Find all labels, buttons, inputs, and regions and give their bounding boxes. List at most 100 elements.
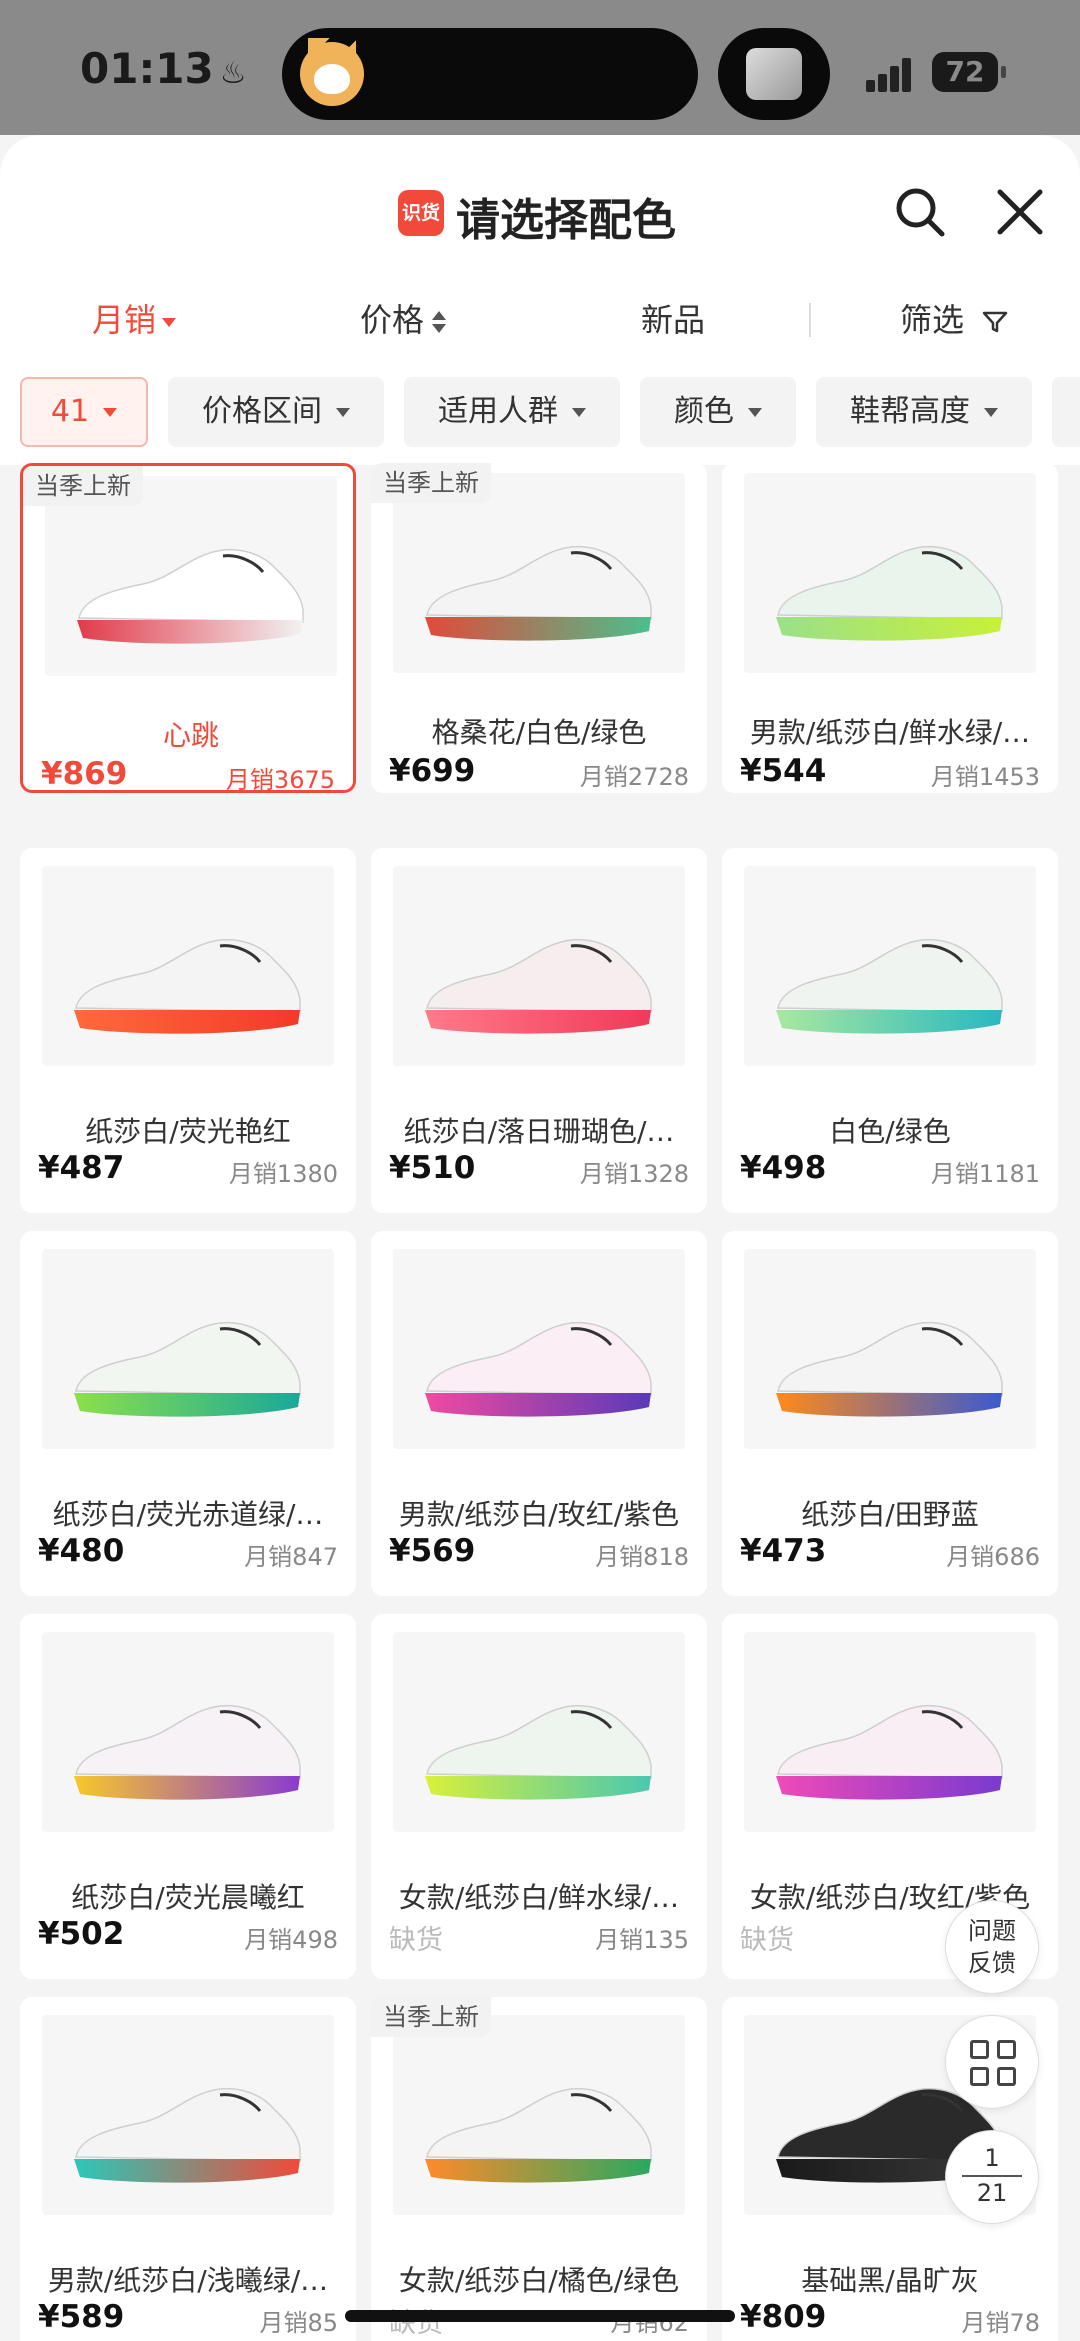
page-total: 21 xyxy=(976,2179,1008,2207)
product-image xyxy=(42,1632,334,1832)
product-image xyxy=(42,1249,334,1449)
product-card[interactable]: 女款/纸莎白/鲜水绿/… 缺货 月销135 xyxy=(371,1614,707,1979)
caret-down-icon xyxy=(103,408,118,417)
product-card[interactable]: 纸莎白/田野蓝 ¥473 月销686 xyxy=(722,1231,1058,1596)
sort-updown-icon xyxy=(432,310,447,334)
monthly-sales: 月销3675 xyxy=(225,766,335,793)
product-price: ¥487 xyxy=(38,1150,125,1186)
chip-size[interactable]: 41 xyxy=(20,377,148,447)
battery-icon: 72 xyxy=(932,52,1006,92)
product-image xyxy=(393,1249,685,1449)
product-image xyxy=(393,473,685,673)
status-time: 01:13 ♨ xyxy=(80,44,247,93)
product-card[interactable]: 纸莎白/荧光晨曦红 ¥502 月销498 xyxy=(20,1614,356,1979)
shihuo-logo-icon: 识货 xyxy=(398,190,444,236)
new-season-badge: 当季上新 xyxy=(371,463,491,503)
chip-more[interactable] xyxy=(1052,377,1080,447)
grid-view-icon xyxy=(970,2040,1016,2086)
product-card[interactable]: 当季上新 女款/纸莎白/橘色/绿色 缺货 月销62 xyxy=(371,1997,707,2341)
product-card[interactable]: 男款/纸莎白/浅曦绿/… ¥589 月销85 xyxy=(20,1997,356,2341)
product-color-name: 女款/纸莎白/鲜水绿/… xyxy=(398,1881,680,1914)
shoe-icon xyxy=(74,938,301,1034)
product-image xyxy=(744,1249,1036,1449)
product-price: ¥510 xyxy=(389,1150,476,1186)
monthly-sales: 月销78 xyxy=(961,2309,1040,2337)
shoe-icon xyxy=(776,938,1003,1034)
product-card[interactable]: 纸莎白/荧光艳红 ¥487 月销1380 xyxy=(20,848,356,1213)
chip-collar-height[interactable]: 鞋帮高度 xyxy=(816,377,1032,447)
shoe-icon xyxy=(776,545,1003,641)
page-indicator[interactable]: 1 21 xyxy=(945,2130,1039,2224)
product-color-name: 纸莎白/落日珊瑚色/… xyxy=(403,1115,675,1148)
caret-down-icon xyxy=(162,317,177,327)
funnel-icon xyxy=(982,311,1008,333)
product-image xyxy=(744,473,1036,673)
monthly-sales: 月销1453 xyxy=(930,763,1040,791)
caret-down-icon xyxy=(748,408,762,417)
monthly-sales: 月销498 xyxy=(244,1926,338,1954)
close-icon xyxy=(997,189,1043,235)
sort-tabs: 月销 价格 新品 筛选 xyxy=(0,285,1080,355)
tab-price[interactable]: 价格 xyxy=(360,285,447,355)
caret-down-icon xyxy=(336,408,350,417)
shoe-icon xyxy=(425,2087,652,2183)
monthly-sales: 月销1181 xyxy=(930,1160,1040,1188)
monthly-sales: 月销135 xyxy=(595,1926,689,1954)
tab-new[interactable]: 新品 xyxy=(641,285,705,355)
shoe-icon xyxy=(74,2087,301,2183)
title-row: 识货 请选择配色 xyxy=(0,170,1080,260)
product-card[interactable]: 男款/纸莎白/玫红/紫色 ¥569 月销818 xyxy=(371,1231,707,1596)
chip-color[interactable]: 颜色 xyxy=(640,377,796,447)
product-card[interactable]: 纸莎白/落日珊瑚色/… ¥510 月销1328 xyxy=(371,848,707,1213)
caret-down-icon xyxy=(984,408,998,417)
product-card[interactable]: 当季上新 心跳 ¥869 月销3675 xyxy=(20,463,356,793)
product-price: ¥569 xyxy=(389,1533,476,1569)
live-activity xyxy=(718,28,830,120)
search-icon xyxy=(896,188,945,237)
product-image xyxy=(744,1632,1036,1832)
product-image xyxy=(42,866,334,1066)
product-color-name: 纸莎白/荧光赤道绿/… xyxy=(52,1498,324,1531)
product-card[interactable]: 男款/纸莎白/鲜水绿/… ¥544 月销1453 xyxy=(722,463,1058,793)
product-price: ¥809 xyxy=(740,2299,827,2335)
monthly-sales: 月销85 xyxy=(259,2309,338,2337)
feedback-button[interactable]: 问题 反馈 xyxy=(945,1900,1039,1994)
tab-filter[interactable]: 筛选 xyxy=(900,285,1008,355)
monthly-sales: 月销818 xyxy=(595,1543,689,1571)
product-card[interactable]: 当季上新 格桑花/白色/绿色 ¥699 月销2728 xyxy=(371,463,707,793)
signal-icon xyxy=(866,56,922,92)
tab-monthly-sales[interactable]: 月销 xyxy=(92,285,177,355)
monthly-sales: 月销1328 xyxy=(579,1160,689,1188)
product-price: ¥473 xyxy=(740,1533,827,1569)
feedback-label-2: 反馈 xyxy=(968,1949,1016,1977)
chip-audience[interactable]: 适用人群 xyxy=(404,377,620,447)
product-price: ¥498 xyxy=(740,1150,827,1186)
product-image xyxy=(393,1632,685,1832)
chip-price-range[interactable]: 价格区间 xyxy=(168,377,384,447)
grid-view-button[interactable] xyxy=(945,2015,1039,2109)
product-color-name: 格桑花/白色/绿色 xyxy=(431,716,647,749)
new-season-badge: 当季上新 xyxy=(371,1997,491,2037)
product-price: ¥589 xyxy=(38,2299,125,2335)
product-image xyxy=(744,866,1036,1066)
sheet-header: 识货 请选择配色 月销 价格 新品 筛选 41 价格区间 适用人群 颜色 鞋帮高… xyxy=(0,135,1080,465)
product-color-name: 男款/纸莎白/玫红/紫色 xyxy=(398,1498,680,1531)
product-price: ¥480 xyxy=(38,1533,125,1569)
search-button[interactable] xyxy=(892,184,948,240)
product-color-name: 纸莎白/荧光艳红 xyxy=(85,1115,291,1148)
flame-icon: ♨ xyxy=(219,56,247,91)
product-image xyxy=(45,476,337,676)
product-color-name: 纸莎白/荧光晨曦红 xyxy=(71,1881,305,1914)
product-card[interactable]: 白色/绿色 ¥498 月销1181 xyxy=(722,848,1058,1213)
feedback-label-1: 问题 xyxy=(968,1917,1016,1945)
product-price: ¥869 xyxy=(41,756,128,792)
monthly-sales: 月销686 xyxy=(946,1543,1040,1571)
product-card[interactable]: 纸莎白/荧光赤道绿/… ¥480 月销847 xyxy=(20,1231,356,1596)
product-image xyxy=(393,2015,685,2215)
close-button[interactable] xyxy=(992,184,1048,240)
filter-chips: 41 价格区间 适用人群 颜色 鞋帮高度 xyxy=(0,377,1080,447)
status-bar: 01:13 ♨ 72 xyxy=(0,0,1080,135)
product-color-name: 白色/绿色 xyxy=(829,1115,951,1148)
shoe-icon xyxy=(425,938,652,1034)
sheet-title: 请选择配色 xyxy=(456,195,676,246)
